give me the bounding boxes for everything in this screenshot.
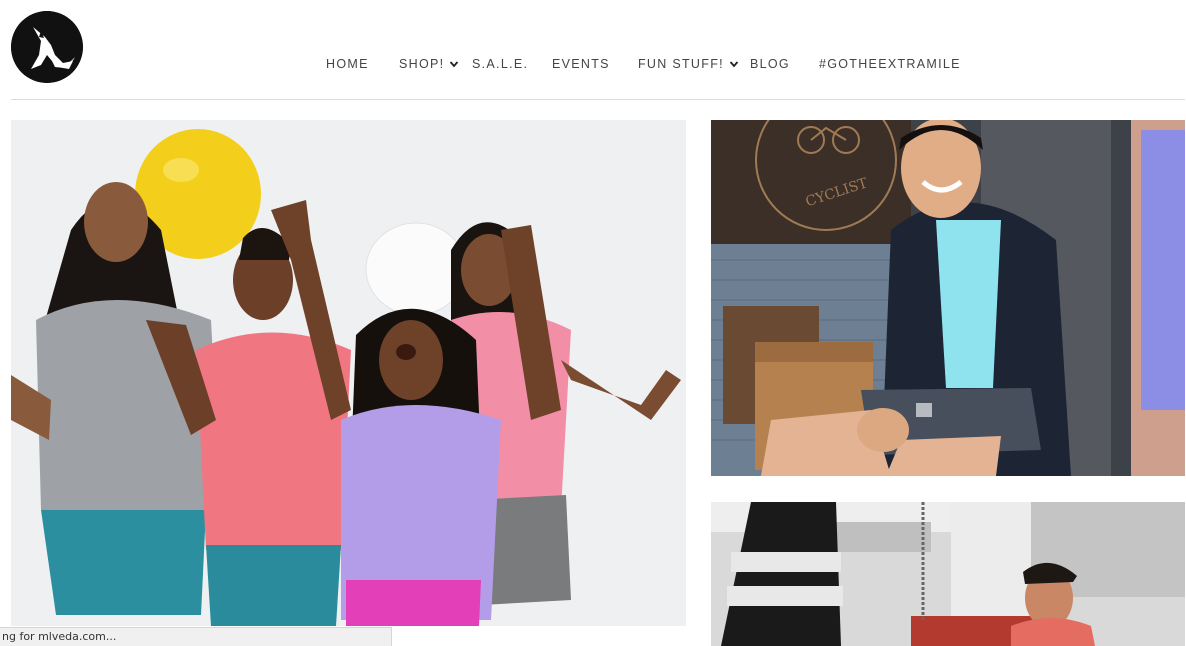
nav-item-label: #GOTHEEXTRAMILE — [819, 57, 961, 71]
nav-item-label: BLOG — [750, 57, 790, 71]
nav-item-sale[interactable]: S.A.L.E. — [472, 54, 528, 74]
photo-illustration — [11, 120, 686, 626]
photo-illustration: CYCLIST — [711, 120, 1185, 476]
header-divider — [11, 99, 1185, 100]
nav-item-label: EVENTS — [552, 57, 610, 71]
browser-status-bar: ng for mlveda.com... — [0, 627, 392, 646]
nav-item-fun-stuff[interactable]: FUN STUFF! — [638, 54, 739, 74]
chevron-down-icon[interactable] — [729, 59, 739, 69]
photo-illustration — [711, 502, 1185, 646]
nav-item-home[interactable]: HOME — [326, 54, 369, 74]
status-text: ng for mlveda.com... — [2, 630, 117, 643]
smiling-man-cafe-photo[interactable]: CYCLIST — [711, 120, 1185, 476]
nav-item-label: HOME — [326, 57, 369, 71]
kids-with-balloons-photo[interactable] — [11, 120, 686, 626]
nav-item-events[interactable]: EVENTS — [552, 54, 610, 74]
nav-item-blog[interactable]: BLOG — [750, 54, 790, 74]
nav-item-label: FUN STUFF! — [638, 57, 724, 71]
nav-item-gotheextramile[interactable]: #GOTHEEXTRAMILE — [819, 54, 961, 74]
nav-item-label: SHOP! — [399, 57, 445, 71]
nav-item-shop[interactable]: SHOP! — [399, 54, 459, 74]
nav-item-label: S.A.L.E. — [472, 57, 529, 71]
chevron-down-icon[interactable] — [449, 59, 459, 69]
main-nav: HOME SHOP! S.A.L.E. EVENTS FUN STUFF! BL… — [0, 54, 1186, 74]
boxing-gym-photo[interactable] — [711, 502, 1185, 646]
